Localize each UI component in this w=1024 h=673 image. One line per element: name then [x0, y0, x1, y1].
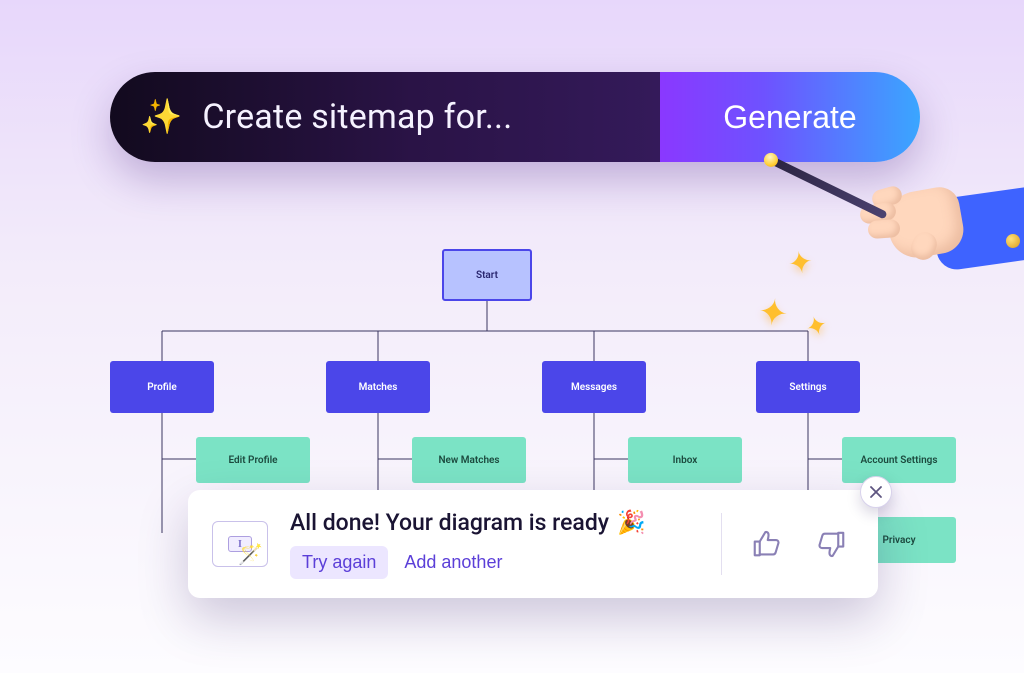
sparkle-icon: ✨ — [140, 100, 182, 134]
sparkle-icon: ✦ — [755, 290, 791, 336]
node-inbox[interactable]: Inbox — [628, 437, 742, 483]
prompt-bar: ✨ Create sitemap for... Generate — [110, 72, 920, 162]
node-account-settings[interactable]: Account Settings — [842, 437, 956, 483]
node-matches[interactable]: Matches — [326, 361, 430, 413]
node-edit-profile[interactable]: Edit Profile — [196, 437, 310, 483]
toast-title: All done! Your diagram is ready 🎉 — [290, 509, 699, 536]
try-again-button[interactable]: Try again — [290, 546, 388, 579]
thumbs-down-icon — [817, 529, 847, 559]
toast-body: All done! Your diagram is ready 🎉 Try ag… — [290, 509, 699, 579]
node-new-matches[interactable]: New Matches — [412, 437, 526, 483]
thumbs-down-button[interactable] — [810, 522, 854, 566]
magic-input-icon: I 🪄 — [212, 521, 268, 567]
toast-title-text: All done! Your diagram is ready — [290, 509, 609, 536]
close-icon — [869, 485, 883, 499]
node-start[interactable]: Start — [442, 249, 532, 301]
party-icon: 🎉 — [617, 509, 646, 536]
close-button[interactable] — [860, 476, 892, 508]
generate-button[interactable]: Generate — [660, 72, 920, 162]
prompt-input-area[interactable]: ✨ Create sitemap for... — [110, 72, 660, 162]
toast-divider — [721, 513, 722, 575]
completion-toast: I 🪄 All done! Your diagram is ready 🎉 Tr… — [188, 490, 878, 598]
node-messages[interactable]: Messages — [542, 361, 646, 413]
thumbs-up-button[interactable] — [744, 522, 788, 566]
add-another-button[interactable]: Add another — [404, 552, 502, 573]
node-profile[interactable]: Profile — [110, 361, 214, 413]
prompt-placeholder: Create sitemap for... — [202, 97, 512, 137]
node-settings[interactable]: Settings — [756, 361, 860, 413]
thumbs-up-icon — [751, 529, 781, 559]
wand-icon: 🪄 — [238, 544, 263, 564]
toast-actions: Try again Add another — [290, 546, 699, 579]
